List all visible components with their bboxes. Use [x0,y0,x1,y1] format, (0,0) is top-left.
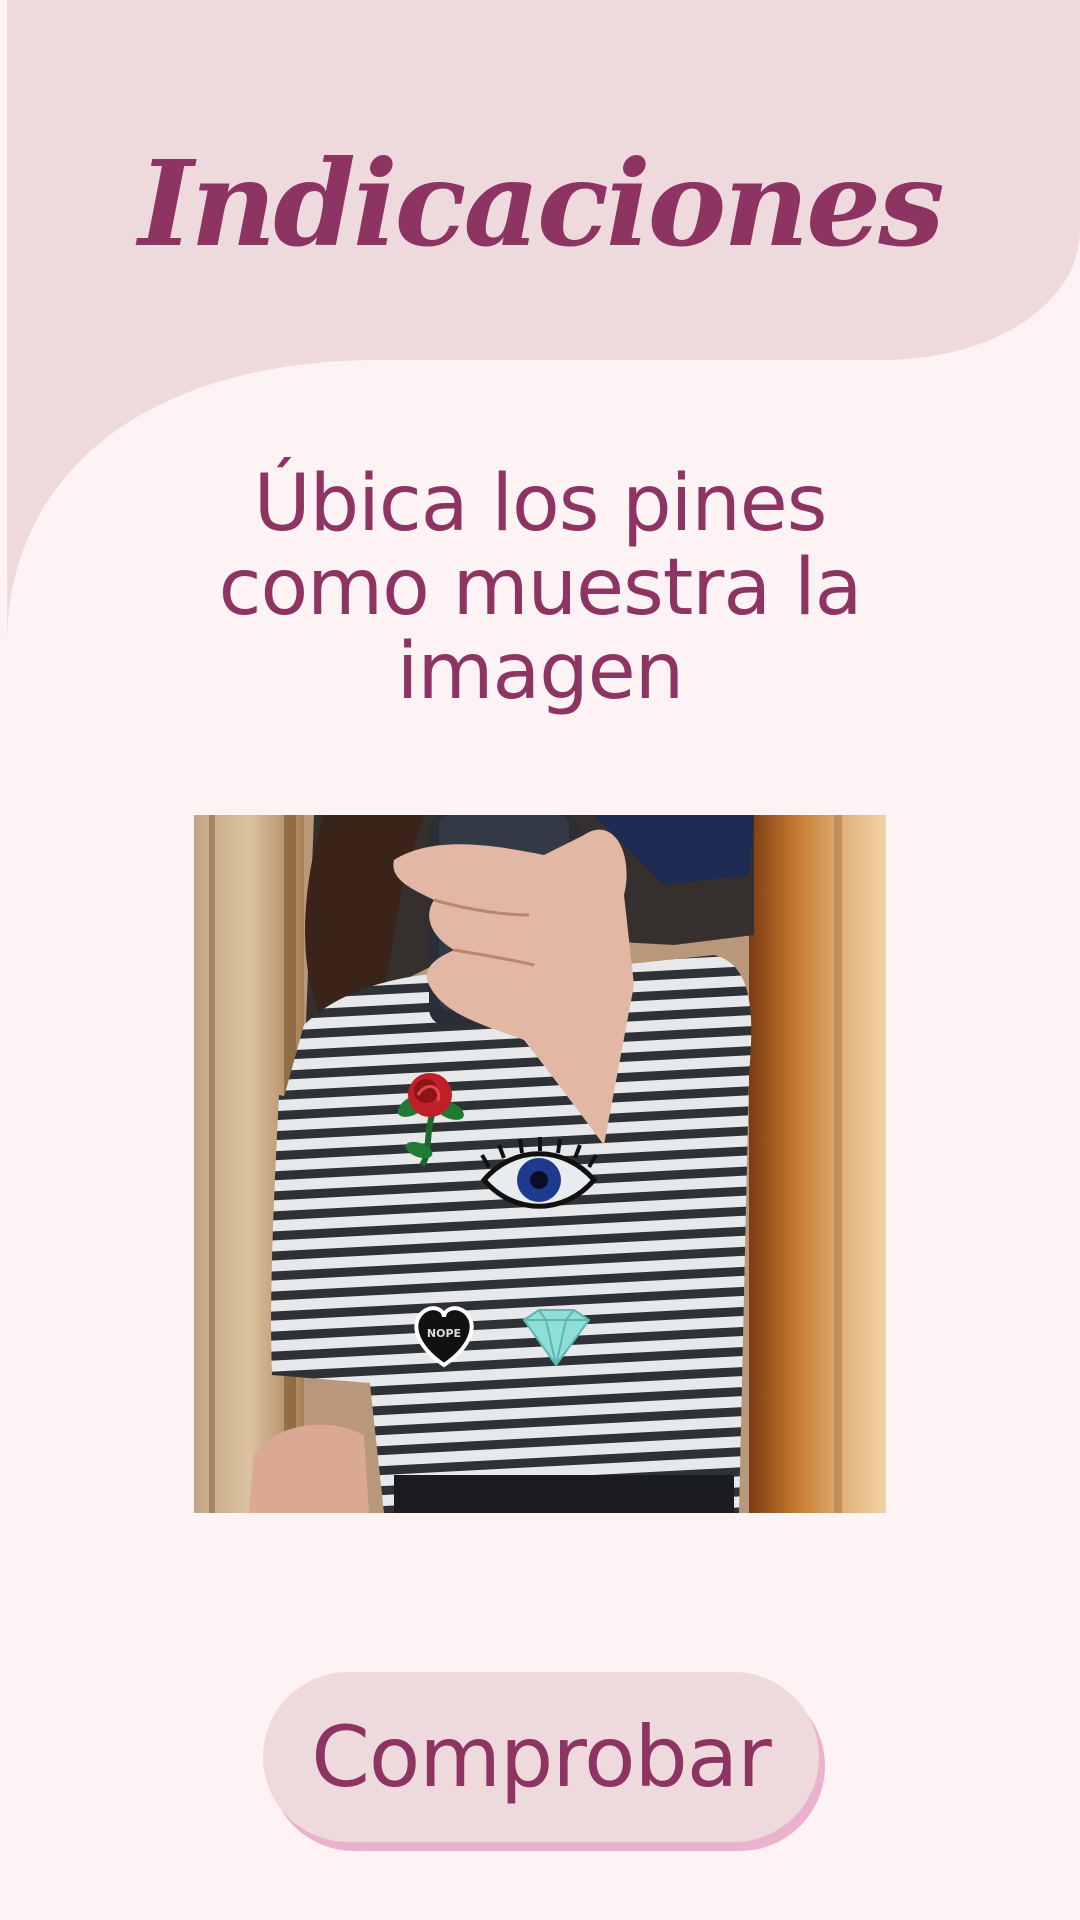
reference-photo: NOPE [194,815,886,1513]
instruction-text: Úbica los pines como muestra la imagen [218,459,863,717]
instructions-screen: Indicaciones Úbica los pines como muestr… [0,0,1080,1920]
eye-pin [480,1137,598,1209]
reference-image: NOPE [194,815,886,1513]
check-button[interactable]: Comprobar [263,1672,819,1842]
heart-pin-text: NOPE [427,1327,461,1340]
page-title: Indicaciones [138,134,944,273]
